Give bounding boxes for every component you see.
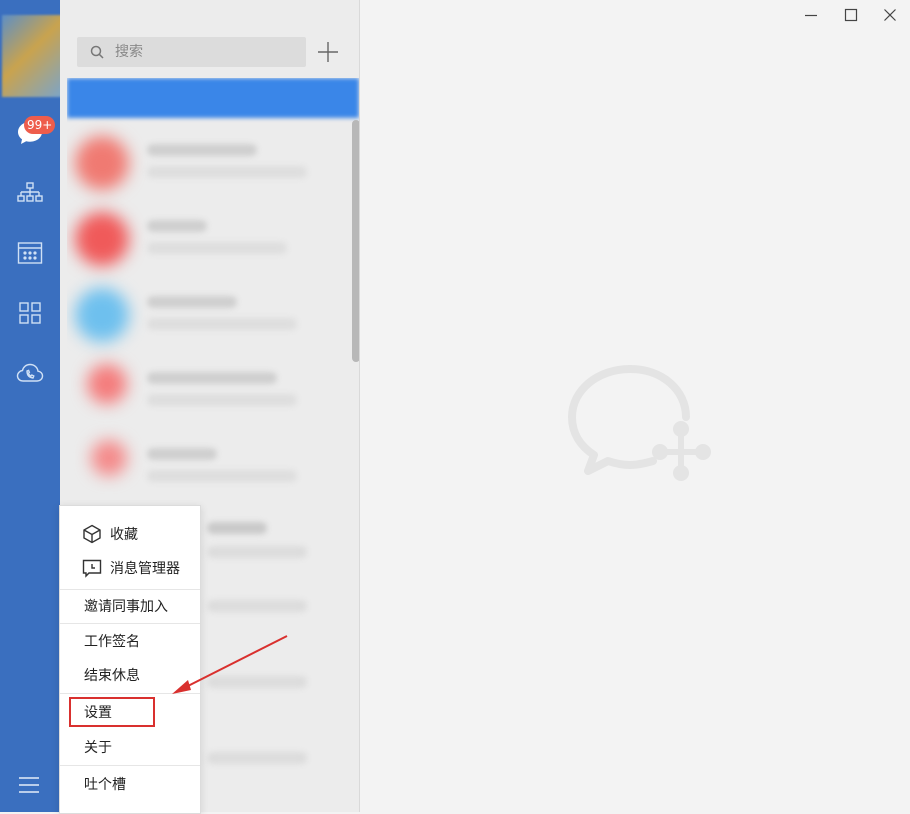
- minimize-icon[interactable]: [800, 4, 822, 26]
- list-item[interactable]: [67, 274, 343, 350]
- menu-item-label: 结束休息: [84, 668, 140, 684]
- menu-item-label: 关于: [84, 740, 112, 756]
- message-manager-icon: [82, 559, 102, 578]
- annotation-arrow: [172, 635, 288, 694]
- search-input[interactable]: [115, 37, 295, 67]
- menu-item-invite-colleagues[interactable]: 邀请同事加入: [60, 589, 200, 623]
- main-panel: [360, 0, 910, 812]
- add-icon[interactable]: [316, 40, 340, 64]
- list-item[interactable]: [67, 122, 343, 198]
- sidebar: 99+: [0, 0, 64, 812]
- unread-badge: 99+: [24, 116, 56, 134]
- list-item[interactable]: [67, 426, 343, 502]
- list-item[interactable]: [67, 350, 343, 426]
- org-chart-icon[interactable]: [15, 178, 45, 208]
- apps-grid-icon[interactable]: [15, 298, 45, 328]
- menu-item-favorites[interactable]: 收藏: [60, 517, 200, 551]
- hamburger-menu-icon[interactable]: [18, 775, 40, 795]
- menu-item-label: 邀请同事加入: [84, 599, 168, 615]
- divider: [60, 765, 200, 766]
- menu-item-message-manager[interactable]: 消息管理器: [60, 551, 200, 585]
- scrollbar[interactable]: [352, 120, 359, 362]
- list-item[interactable]: [67, 198, 343, 274]
- cube-icon: [83, 524, 101, 544]
- menu-item-label: 工作签名: [84, 634, 140, 650]
- search-box[interactable]: [77, 37, 306, 67]
- menu-item-label: 消息管理器: [110, 561, 180, 577]
- menu-item-label: 吐个槽: [84, 777, 126, 793]
- menu-item-about[interactable]: 关于: [60, 730, 200, 764]
- cloud-phone-icon[interactable]: [15, 358, 45, 388]
- search-icon: [90, 45, 104, 59]
- calendar-icon[interactable]: [15, 238, 45, 268]
- settings-highlight-box: [69, 697, 155, 727]
- avatar[interactable]: [2, 15, 64, 97]
- menu-item-feedback[interactable]: 吐个槽: [60, 767, 200, 801]
- menu-item-label: 收藏: [110, 527, 138, 543]
- selected-conversation[interactable]: [67, 78, 359, 118]
- maximize-icon[interactable]: [840, 4, 862, 26]
- close-icon[interactable]: [879, 4, 901, 26]
- wecom-logo-watermark: [568, 365, 713, 490]
